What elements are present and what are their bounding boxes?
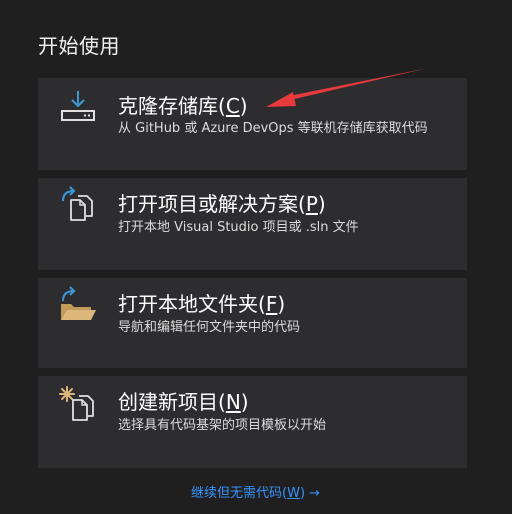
page-title: 开始使用: [38, 34, 120, 58]
open-project-description: 打开本地 Visual Studio 项目或 .sln 文件: [118, 220, 359, 235]
open-folder-card[interactable]: 打开本地文件夹(F) 导航和编辑任何文件夹中的代码: [38, 278, 467, 368]
new-project-title: 创建新项目(N): [118, 390, 249, 414]
open-folder-title: 打开本地文件夹(F): [118, 292, 286, 316]
open-project-title: 打开项目或解决方案(P): [118, 192, 326, 216]
clone-download-icon: [61, 91, 95, 121]
arrow-right-icon: →: [309, 486, 320, 501]
clone-repository-description: 从 GitHub 或 Azure DevOps 等联机存储库获取代码: [118, 121, 428, 136]
clone-repository-title: 克隆存储库(C): [118, 94, 248, 118]
open-folder-description: 导航和编辑任何文件夹中的代码: [118, 320, 301, 335]
open-folder-icon: [61, 286, 96, 320]
continue-without-code-link[interactable]: 继续但无需代码(W) →: [191, 482, 320, 501]
clone-repository-card[interactable]: 克隆存储库(C) 从 GitHub 或 Azure DevOps 等联机存储库获…: [38, 78, 467, 170]
new-project-card[interactable]: 创建新项目(N) 选择具有代码基架的项目模板以开始: [38, 376, 467, 468]
new-project-description: 选择具有代码基架的项目模板以开始: [118, 418, 327, 433]
start-page: 开始使用 克隆存储库(C) 从 GitHub 或 Azure DevOps 等联…: [0, 0, 512, 514]
open-project-icon: [62, 186, 93, 221]
new-project-icon: [59, 386, 94, 421]
open-project-card[interactable]: 打开项目或解决方案(P) 打开本地 Visual Studio 项目或 .sln…: [38, 178, 467, 270]
